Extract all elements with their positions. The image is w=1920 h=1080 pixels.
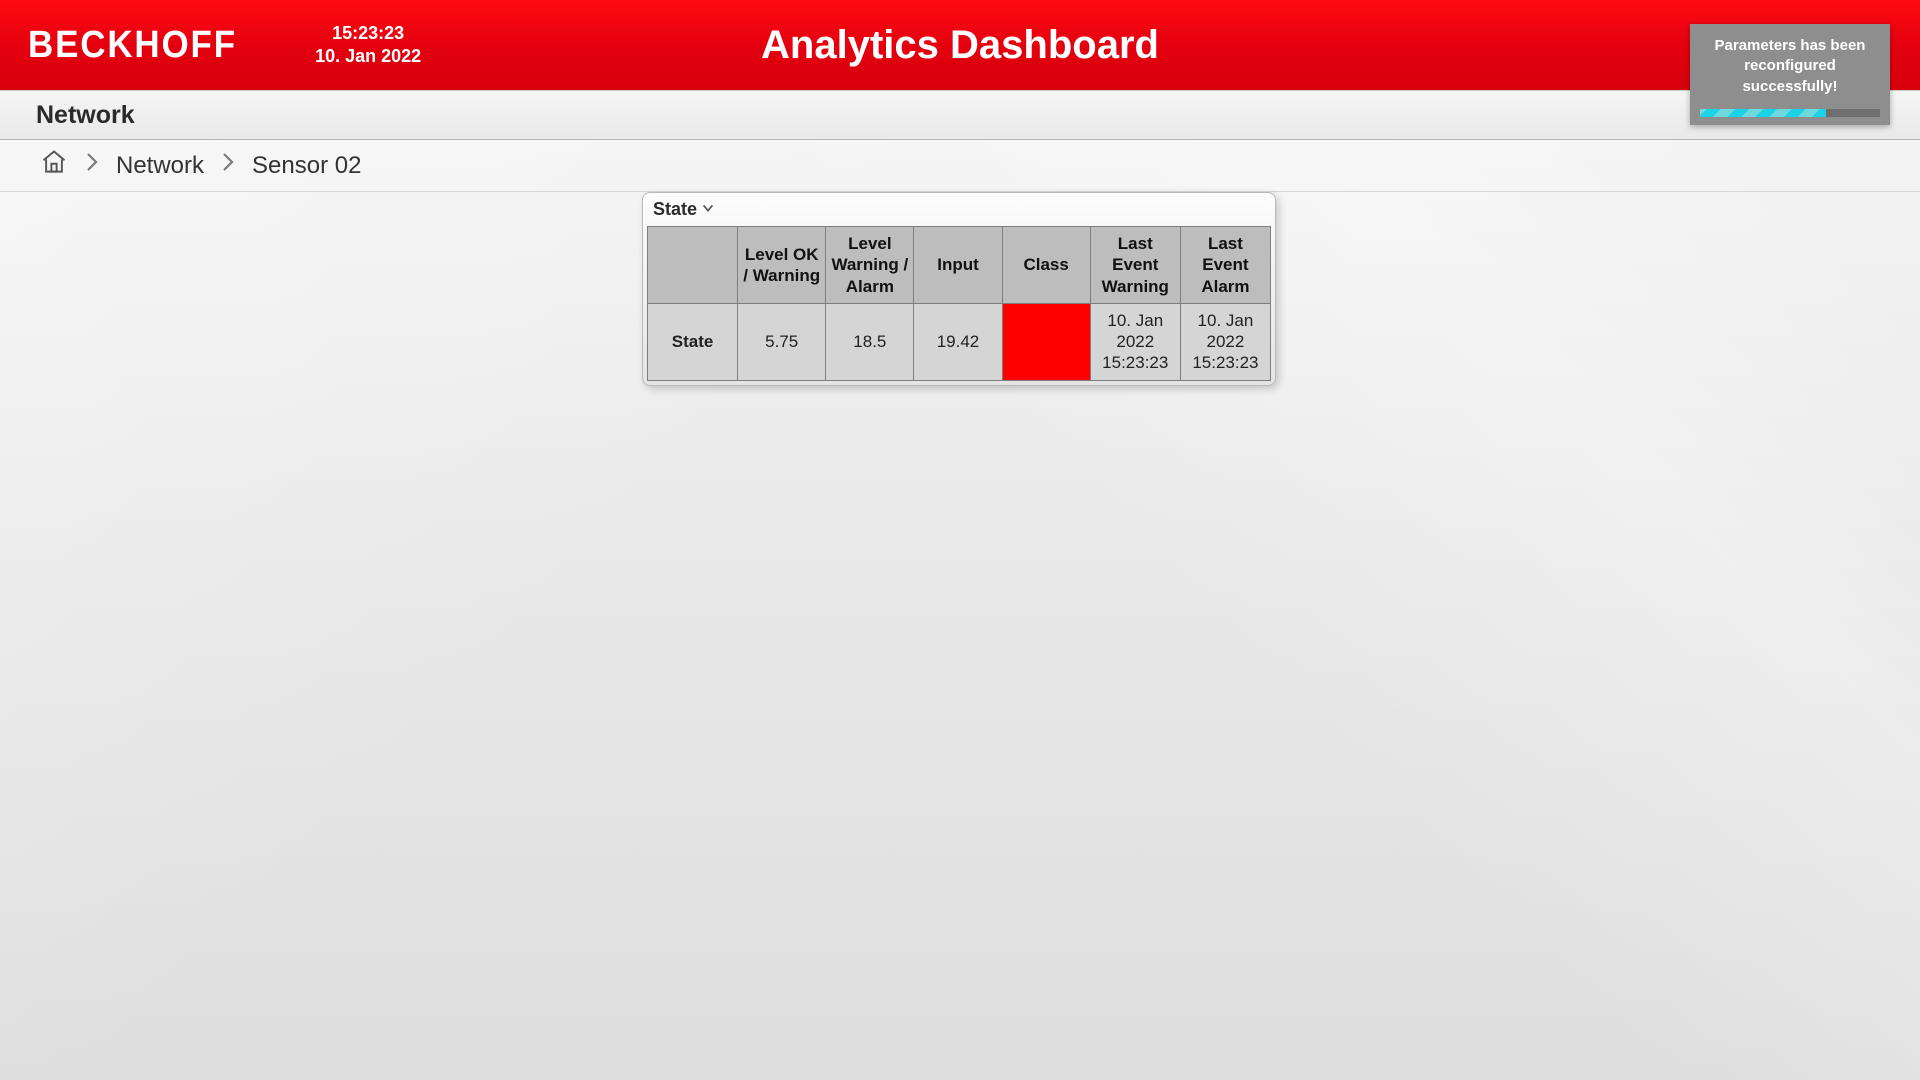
col-last-evt-alarm: Last Event Alarm — [1180, 227, 1270, 304]
state-panel: State Level OK / Warning Level Warning /… — [642, 192, 1276, 386]
section-title-bar: Network — [0, 90, 1920, 140]
toast-message: Parameters has been reconfigured success… — [1700, 36, 1880, 97]
last-evt-warning-time: 15:23:23 — [1095, 352, 1176, 373]
cell-last-event-alarm: 10. Jan 2022 15:23:23 — [1180, 303, 1270, 380]
app-header: BECKHOFF 15:23:23 10. Jan 2022 Analytics… — [0, 0, 1920, 90]
toast-progress-bar — [1700, 109, 1826, 117]
breadcrumb: Network Sensor 02 — [0, 140, 1920, 192]
cell-class — [1002, 303, 1090, 380]
chevron-down-icon — [697, 199, 715, 220]
section-title: Network — [36, 101, 135, 130]
col-last-evt-warning: Last Event Warning — [1090, 227, 1180, 304]
header-time: 15:23:23 — [315, 22, 421, 45]
cell-level-warn-alarm: 18.5 — [826, 303, 914, 380]
toast-progress-track — [1700, 109, 1880, 117]
brand-logo: BECKHOFF — [28, 24, 237, 67]
col-level-warn-alarm: Level Warning / Alarm — [826, 227, 914, 304]
last-evt-alarm-time: 15:23:23 — [1185, 352, 1266, 373]
col-input: Input — [914, 227, 1002, 304]
chevron-right-icon — [220, 150, 236, 181]
home-icon[interactable] — [40, 148, 68, 183]
table-header-row: Level OK / Warning Level Warning / Alarm… — [648, 227, 1271, 304]
state-table: Level OK / Warning Level Warning / Alarm… — [647, 226, 1271, 381]
breadcrumb-item-network[interactable]: Network — [116, 152, 204, 180]
cell-level-ok-warning: 5.75 — [738, 303, 826, 380]
row-label: State — [672, 332, 714, 351]
panel-title: State — [653, 199, 697, 220]
chevron-right-icon — [84, 150, 100, 181]
header-date: 10. Jan 2022 — [315, 45, 421, 68]
cell-input: 19.42 — [914, 303, 1002, 380]
table-row: State 5.75 18.5 19.42 10. Jan 2022 15:23… — [648, 303, 1271, 380]
last-evt-alarm-date: 10. Jan 2022 — [1185, 310, 1266, 353]
col-class: Class — [1002, 227, 1090, 304]
cell-last-event-warning: 10. Jan 2022 15:23:23 — [1090, 303, 1180, 380]
page-title: Analytics Dashboard — [0, 23, 1920, 68]
last-evt-warning-date: 10. Jan 2022 — [1095, 310, 1176, 353]
breadcrumb-item-sensor[interactable]: Sensor 02 — [252, 152, 361, 180]
col-level-ok-warning: Level OK / Warning — [738, 227, 826, 304]
col-blank — [648, 227, 738, 304]
row-label-cell: State — [648, 303, 738, 380]
toast-notification[interactable]: Parameters has been reconfigured success… — [1690, 24, 1890, 125]
header-datetime: 15:23:23 10. Jan 2022 — [315, 22, 421, 69]
panel-header[interactable]: State — [647, 195, 1271, 226]
